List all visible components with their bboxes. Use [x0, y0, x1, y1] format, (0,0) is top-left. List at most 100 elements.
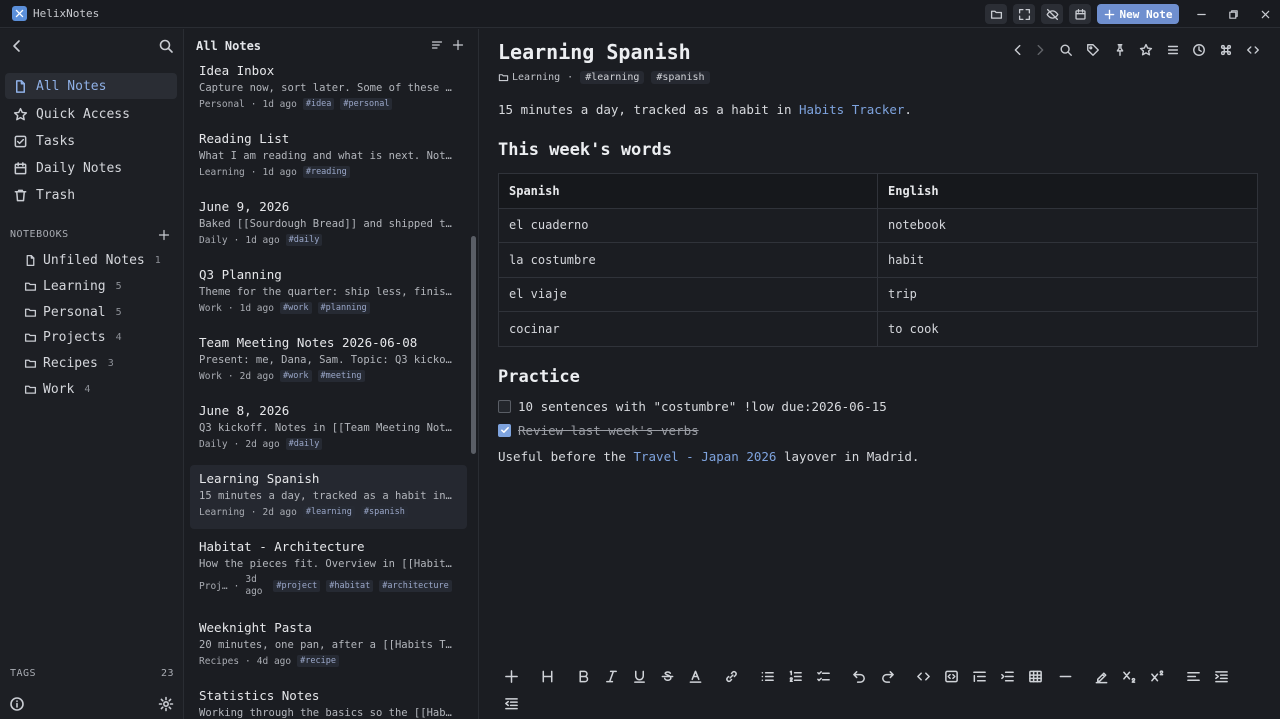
heading-button[interactable]: [538, 667, 556, 685]
note-tag[interactable]: #work: [279, 370, 312, 382]
note-card[interactable]: June 8, 2026 Q3 kickoff. Notes in [[Team…: [190, 397, 467, 461]
open-folder-button[interactable]: [985, 4, 1007, 24]
maximize-button[interactable]: [1221, 4, 1245, 24]
note-card[interactable]: Statistics Notes Working through the bas…: [190, 682, 467, 719]
details-button[interactable]: [998, 667, 1016, 685]
search-button[interactable]: [158, 38, 174, 54]
note-card[interactable]: Idea Inbox Capture now, sort later. Some…: [190, 57, 467, 121]
table-cell[interactable]: to cook: [877, 311, 1258, 347]
pin-button[interactable]: [1113, 43, 1129, 59]
inline-code-button[interactable]: [914, 667, 932, 685]
table-cell[interactable]: cocinar: [498, 311, 878, 347]
strikethrough-button[interactable]: [658, 667, 676, 685]
undo-button[interactable]: [850, 667, 868, 685]
note-title[interactable]: Learning Spanish: [498, 40, 691, 64]
highlight-button[interactable]: [1092, 667, 1110, 685]
heading-practice[interactable]: Practice: [498, 367, 580, 387]
note-card[interactable]: Q3 Planning Theme for the quarter: ship …: [190, 261, 467, 325]
note-tag[interactable]: #project: [273, 580, 321, 592]
outro-paragraph[interactable]: Useful before the Travel - Japan 2026 la…: [498, 449, 919, 464]
back-button[interactable]: [1011, 43, 1027, 59]
note-tag[interactable]: #daily: [285, 234, 323, 246]
table-cell[interactable]: el viaje: [498, 276, 878, 312]
note-tag[interactable]: #planning: [317, 302, 370, 314]
outdent-button[interactable]: [502, 694, 520, 712]
new-note-button[interactable]: New Note: [1097, 4, 1179, 24]
note-card[interactable]: Habitat - Architecture How the pieces fi…: [190, 533, 467, 611]
close-button[interactable]: [1253, 4, 1277, 24]
note-card[interactable]: Team Meeting Notes 2026-06-08 Present: m…: [190, 329, 467, 393]
text-color-button[interactable]: [686, 667, 704, 685]
wiki-link[interactable]: Habits Tracker: [799, 102, 904, 117]
info-button[interactable]: [9, 696, 25, 712]
find-in-note-button[interactable]: [1059, 43, 1075, 59]
table-cell[interactable]: el cuaderno: [498, 207, 878, 243]
task-checkbox-checked[interactable]: [498, 423, 511, 437]
note-tag[interactable]: #spanish: [651, 70, 710, 84]
focus-mode-button[interactable]: [1013, 4, 1035, 24]
note-tag[interactable]: #learning: [302, 506, 355, 518]
favorite-button[interactable]: [1139, 43, 1155, 59]
calendar-button[interactable]: [1069, 4, 1091, 24]
horizontal-rule-button[interactable]: [1056, 667, 1074, 685]
redo-button[interactable]: [878, 667, 896, 685]
minimize-button[interactable]: [1189, 4, 1213, 24]
align-left-button[interactable]: [1184, 667, 1202, 685]
italic-button[interactable]: [602, 667, 620, 685]
note-tag[interactable]: #work: [279, 302, 312, 314]
note-tag[interactable]: #recipe: [297, 655, 339, 667]
note-card-selected[interactable]: Learning Spanish 15 minutes a day, track…: [190, 465, 467, 529]
nav-quick-access[interactable]: Quick Access: [5, 101, 177, 127]
source-view-button[interactable]: [1246, 43, 1262, 59]
indent-button[interactable]: [1212, 667, 1230, 685]
checklist-button[interactable]: [814, 667, 832, 685]
hide-toggle-button[interactable]: [1041, 4, 1063, 24]
note-tag[interactable]: #reading: [302, 166, 350, 178]
notebook-recipes[interactable]: Recipes 3: [24, 352, 114, 374]
underline-button[interactable]: [630, 667, 648, 685]
note-tag[interactable]: #daily: [285, 438, 323, 450]
notebook-unfiled-notes[interactable]: Unfiled Notes 1: [24, 249, 161, 271]
heading-words[interactable]: This week's words: [498, 140, 672, 160]
code-block-button[interactable]: [942, 667, 960, 685]
note-tag[interactable]: #idea: [302, 98, 335, 110]
words-table[interactable]: Spanish English el cuaderno notebook la …: [498, 173, 1258, 347]
note-card[interactable]: Reading List What I am reading and what …: [190, 125, 467, 189]
tag-button[interactable]: [1086, 43, 1102, 59]
nav-tasks[interactable]: Tasks: [5, 128, 177, 154]
numbered-list-button[interactable]: [786, 667, 804, 685]
task-text[interactable]: Review last week's verbs: [518, 423, 699, 438]
note-tag[interactable]: #learning: [580, 70, 645, 84]
wiki-link[interactable]: Travel - Japan 2026: [633, 449, 776, 464]
note-tag[interactable]: #habitat: [326, 580, 374, 592]
nav-all-notes[interactable]: All Notes: [5, 73, 177, 99]
note-list-scrollbar[interactable]: [471, 236, 476, 454]
superscript-button[interactable]: [1148, 667, 1166, 685]
history-button[interactable]: [1192, 43, 1208, 59]
link-button[interactable]: [722, 667, 740, 685]
notebook-personal[interactable]: Personal 5: [24, 301, 122, 323]
table-header[interactable]: Spanish: [498, 173, 878, 209]
note-tag[interactable]: #spanish: [360, 506, 408, 518]
notebook-projects[interactable]: Projects 4: [24, 326, 122, 348]
sort-button[interactable]: [431, 39, 445, 53]
task-checkbox[interactable]: [498, 399, 511, 413]
add-notebook-button[interactable]: [158, 229, 170, 241]
table-button[interactable]: [1026, 667, 1044, 685]
subscript-button[interactable]: [1120, 667, 1138, 685]
task-text[interactable]: 10 sentences with "costumbre" !low due:2…: [518, 399, 887, 414]
note-card[interactable]: Weeknight Pasta 20 minutes, one pan, aft…: [190, 614, 467, 678]
insert-button[interactable]: [502, 667, 520, 685]
blockquote-button[interactable]: [970, 667, 988, 685]
forward-button[interactable]: [1033, 43, 1049, 59]
add-note-button[interactable]: [452, 39, 466, 53]
notebook-learning[interactable]: Learning 5: [24, 275, 122, 297]
note-tag[interactable]: #personal: [340, 98, 393, 110]
note-tag[interactable]: #meeting: [317, 370, 365, 382]
note-notebook[interactable]: Learning: [512, 72, 560, 83]
notebook-work[interactable]: Work 4: [24, 378, 90, 400]
intro-paragraph[interactable]: 15 minutes a day, tracked as a habit in …: [498, 102, 912, 117]
table-cell[interactable]: notebook: [877, 207, 1258, 243]
table-cell[interactable]: habit: [877, 242, 1258, 278]
bold-button[interactable]: [574, 667, 592, 685]
